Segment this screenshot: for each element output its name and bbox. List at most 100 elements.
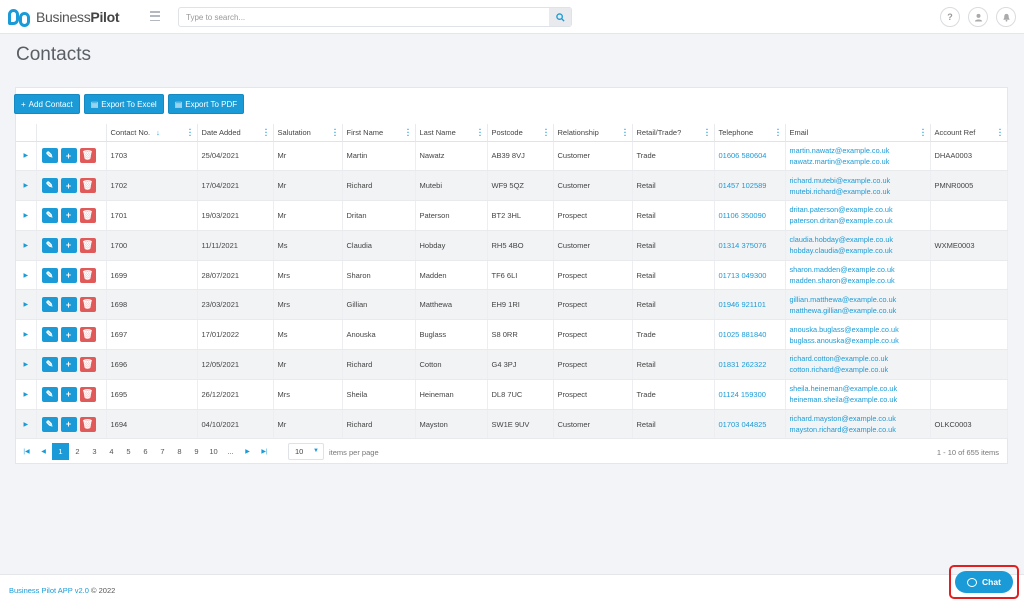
menu-icon[interactable] [150, 11, 160, 21]
email-link[interactable]: paterson.dritan@example.co.uk [790, 215, 930, 226]
page-button[interactable]: 5 [120, 443, 137, 460]
email-link[interactable]: richard.mutebi@example.co.uk [790, 175, 930, 186]
cell-tel[interactable]: 01703 044825 [714, 409, 786, 440]
next-page-icon[interactable]: ▶ [239, 443, 256, 460]
delete-icon[interactable]: 🗑 [79, 178, 96, 194]
delete-icon[interactable]: 🗑 [79, 207, 96, 223]
delete-icon[interactable]: 🗑 [79, 416, 96, 432]
expand-row-icon[interactable]: ▶ [16, 379, 37, 410]
add-icon[interactable]: + [60, 297, 77, 313]
column-header[interactable]: First Name · · · [342, 124, 416, 142]
per-page-select[interactable]: 10 ▼ [288, 443, 324, 460]
column-menu-icon[interactable]: · · · [189, 126, 192, 140]
column-menu-icon[interactable]: · · · [999, 126, 1002, 140]
page-button[interactable]: 6 [137, 443, 154, 460]
footer-brand-link[interactable]: Business Pilot APP v2.0 [9, 586, 89, 595]
page-button[interactable]: 8 [171, 443, 188, 460]
email-link[interactable]: sharon.madden@example.co.uk [790, 264, 930, 275]
column-header[interactable]: Email · · · [785, 124, 931, 142]
delete-icon[interactable]: 🗑 [79, 327, 96, 343]
expand-row-icon[interactable]: ▶ [16, 319, 37, 351]
delete-icon[interactable]: 🗑 [79, 297, 96, 313]
page-button[interactable]: 7 [154, 443, 171, 460]
column-header[interactable]: Last Name · · · [415, 124, 488, 142]
column-header[interactable]: Retail/Trade? · · · [632, 124, 715, 142]
column-header[interactable]: Date Added · · · [197, 124, 274, 142]
table-row[interactable]: ▶ ✎ + 🗑 1698 23/03/2021 Mrs Gillian Matthewa EH9 … [16, 289, 1008, 321]
add-icon[interactable]: + [60, 237, 77, 253]
column-menu-icon[interactable]: · · · [334, 126, 337, 140]
add-icon[interactable]: + [60, 356, 77, 372]
email-link[interactable]: mutebi.richard@example.co.uk [790, 186, 930, 197]
cell-tel[interactable]: 01606 580604 [714, 141, 786, 172]
email-link[interactable]: richard.mayston@example.co.uk [790, 413, 930, 424]
prev-page-icon[interactable]: ◀ [35, 443, 52, 460]
edit-icon[interactable]: ✎ [41, 327, 58, 343]
edit-icon[interactable]: ✎ [41, 148, 58, 164]
edit-icon[interactable]: ✎ [41, 267, 58, 283]
last-page-icon[interactable]: ▶| [256, 443, 273, 460]
help-icon[interactable]: ? [940, 7, 960, 27]
page-button[interactable]: 3 [86, 443, 103, 460]
column-menu-icon[interactable]: · · · [479, 126, 482, 140]
table-row[interactable]: ▶ ✎ + 🗑 1703 25/04/2021 Mr Martin Nawatz AB39 8VJ… [16, 141, 1008, 172]
edit-icon[interactable]: ✎ [41, 356, 58, 372]
page-button[interactable]: 4 [103, 443, 120, 460]
email-link[interactable]: sheila.heineman@example.co.uk [790, 383, 930, 394]
email-link[interactable]: gillian.matthewa@example.co.uk [790, 294, 930, 305]
email-link[interactable]: claudia.hobday@example.co.uk [790, 234, 930, 245]
add-icon[interactable]: + [60, 416, 77, 432]
page-button[interactable]: 10 [205, 443, 222, 460]
column-header[interactable]: Postcode · · · [487, 124, 554, 142]
expand-row-icon[interactable]: ▶ [16, 200, 37, 231]
cell-tel[interactable]: 01831 262322 [714, 349, 786, 380]
table-row[interactable]: ▶ ✎ + 🗑 1696 12/05/2021 Mr Richard Cotton G4 3PJ P… [16, 349, 1008, 380]
chat-button[interactable]: Chat [955, 571, 1013, 593]
column-header[interactable]: Salutation · · · [273, 124, 343, 142]
cell-tel[interactable]: 01025 881840 [714, 319, 786, 351]
export-excel-button[interactable]: ▤ Export To Excel [83, 94, 164, 114]
edit-icon[interactable]: ✎ [41, 237, 58, 253]
table-row[interactable]: ▶ ✎ + 🗑 1701 19/03/2021 Mr Dritan Paterson BT2 3H… [16, 200, 1008, 231]
edit-icon[interactable]: ✎ [41, 416, 58, 432]
table-row[interactable]: ▶ ✎ + 🗑 1699 28/07/2021 Mrs Sharon Madden TF6 6LI… [16, 260, 1008, 291]
expand-row-icon[interactable]: ▶ [16, 230, 37, 261]
cell-tel[interactable]: 01106 350090 [714, 200, 786, 231]
table-row[interactable]: ▶ ✎ + 🗑 1695 26/12/2021 Mrs Sheila Heineman DL8 7… [16, 379, 1008, 410]
email-link[interactable]: hobday.claudia@example.co.uk [790, 245, 930, 256]
add-icon[interactable]: + [60, 148, 77, 164]
expand-row-icon[interactable]: ▶ [16, 409, 37, 440]
column-header[interactable]: Telephone · · · [714, 124, 786, 142]
email-link[interactable]: matthewa.gillian@example.co.uk [790, 305, 930, 316]
delete-icon[interactable]: 🗑 [79, 356, 96, 372]
sort-desc-icon[interactable]: ↓ [156, 128, 160, 137]
add-icon[interactable]: + [60, 267, 77, 283]
edit-icon[interactable]: ✎ [41, 297, 58, 313]
column-menu-icon[interactable]: · · · [407, 126, 410, 140]
table-row[interactable]: ▶ ✎ + 🗑 1700 11/11/2021 Ms Claudia Hobday RH5 4BO… [16, 230, 1008, 261]
page-button[interactable]: 2 [69, 443, 86, 460]
table-row[interactable]: ▶ ✎ + 🗑 1694 04/10/2021 Mr Richard Mayston SW1E 9… [16, 409, 1008, 440]
add-contact-button[interactable]: + Add Contact [14, 94, 80, 114]
page-button[interactable]: 9 [188, 443, 205, 460]
column-menu-icon[interactable]: · · · [545, 126, 548, 140]
page-button[interactable]: 1 [52, 443, 69, 460]
expand-row-icon[interactable]: ▶ [16, 170, 37, 202]
expand-row-icon[interactable]: ▶ [16, 260, 37, 291]
add-icon[interactable]: + [60, 386, 77, 402]
column-header[interactable]: Relationship · · · [553, 124, 633, 142]
expand-row-icon[interactable]: ▶ [16, 349, 37, 380]
column-header[interactable]: Contact No. ↓ · · · [106, 124, 198, 142]
email-link[interactable]: madden.sharon@example.co.uk [790, 275, 930, 286]
column-menu-icon[interactable]: · · · [265, 126, 268, 140]
expand-row-icon[interactable]: ▶ [16, 289, 37, 321]
email-link[interactable]: heineman.sheila@example.co.uk [790, 394, 930, 405]
delete-icon[interactable]: 🗑 [79, 148, 96, 164]
column-menu-icon[interactable]: · · · [706, 126, 709, 140]
search-input[interactable] [179, 8, 539, 26]
export-pdf-button[interactable]: ▤ Export To PDF [167, 94, 245, 114]
email-link[interactable]: dritan.paterson@example.co.uk [790, 204, 930, 215]
search-button[interactable] [549, 8, 571, 26]
column-menu-icon[interactable]: · · · [922, 126, 925, 140]
email-link[interactable]: cotton.richard@example.co.uk [790, 364, 930, 375]
